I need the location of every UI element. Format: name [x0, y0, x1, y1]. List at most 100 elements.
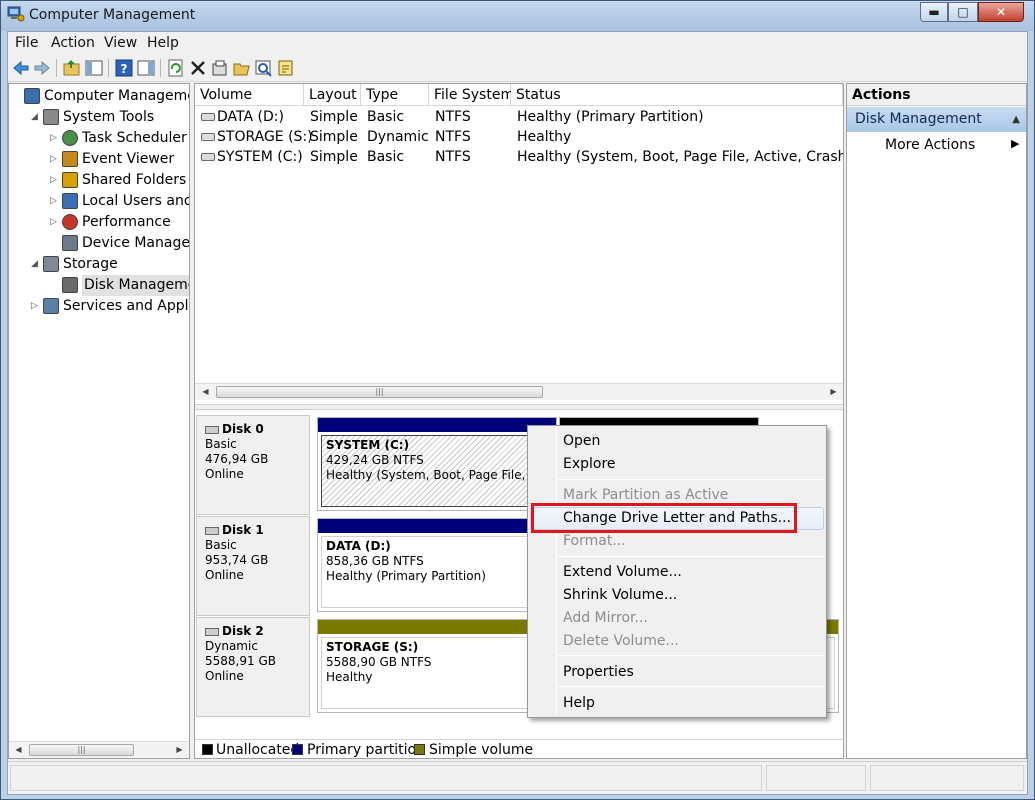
annotation-highlight-box	[531, 503, 797, 533]
scroll-left-arrow-icon[interactable]: ◀	[10, 742, 27, 758]
close-button[interactable]: ✕	[978, 2, 1024, 22]
disk-state: Online	[205, 669, 244, 683]
disk-size: 476,94 GB	[205, 452, 269, 466]
forward-arrow-icon[interactable]	[32, 58, 52, 78]
tree-item-event-viewer[interactable]: ▷ Event Viewer	[9, 149, 189, 170]
context-menu-shrink-volume[interactable]: Shrink Volume...	[530, 584, 824, 607]
disk-info-panel[interactable]: Disk 0 Basic 476,94 GB Online	[196, 415, 310, 515]
tree-item-label: Device Manager	[82, 235, 190, 251]
collapse-arrow-icon[interactable]: ◢	[31, 107, 41, 128]
client-area: File Action View Help ? Computer Managem…	[7, 31, 1028, 795]
tree-item-computer-management[interactable]: Computer Management	[9, 86, 189, 107]
tree-item-local-users-and-gr[interactable]: ▷ Local Users and Gr	[9, 191, 189, 212]
refresh-icon[interactable]	[166, 58, 186, 78]
partition-color-band	[318, 519, 556, 533]
legend-swatch-unallocated	[202, 744, 213, 755]
scrollbar-thumb[interactable]: |||	[216, 386, 543, 398]
tree-item-label: Storage	[63, 256, 118, 272]
expand-arrow-icon[interactable]: ▷	[50, 128, 60, 149]
volume-row[interactable]: DATA (D:) Simple Basic NTFS Healthy (Primary…	[195, 108, 843, 128]
disk-info-panel[interactable]: Disk 2 Dynamic 5588,91 GB Online	[196, 617, 310, 717]
properties-icon[interactable]	[210, 58, 230, 78]
volume-list-scrollbar[interactable]: ◀ ||| ▶	[195, 383, 843, 400]
scroll-left-arrow-icon[interactable]: ◀	[197, 384, 214, 400]
maximize-button[interactable]: □	[948, 2, 978, 22]
volume-name: DATA (D:)	[217, 109, 284, 125]
menu-file[interactable]: File	[15, 35, 38, 51]
column-file-system[interactable]: File System	[429, 84, 514, 106]
tree-item-storage[interactable]: ◢ Storage	[9, 254, 189, 275]
collapse-up-icon[interactable]: ▲	[1012, 107, 1020, 132]
expand-arrow-icon[interactable]: ▷	[50, 212, 60, 233]
tree-item-services-and-applicat[interactable]: ▷ Services and Applicat	[9, 296, 189, 317]
open-folder-icon[interactable]	[232, 58, 252, 78]
show-hide-action-pane-icon[interactable]	[136, 58, 156, 78]
pane-splitter[interactable]	[195, 404, 843, 410]
menu-action[interactable]: Action	[51, 35, 95, 51]
expand-arrow-icon[interactable]: ▷	[50, 170, 60, 191]
column-status[interactable]: Status	[511, 84, 843, 106]
tree-item-device-manager[interactable]: Device Manager	[9, 233, 189, 254]
export-icon[interactable]	[276, 58, 296, 78]
volume-file-system: NTFS	[435, 129, 471, 145]
window-title: Computer Management	[29, 7, 196, 23]
help-icon[interactable]: ?	[114, 58, 134, 78]
volume-row[interactable]: SYSTEM (C:) Simple Basic NTFS Healthy (Syste…	[195, 148, 843, 168]
tree-item-shared-folders[interactable]: ▷ Shared Folders	[9, 170, 189, 191]
svg-text:?: ?	[121, 62, 128, 76]
legend-label-simple: Simple volume	[429, 742, 534, 758]
tree-item-task-scheduler[interactable]: ▷ Task Scheduler	[9, 128, 189, 149]
column-layout[interactable]: Layout	[304, 84, 361, 106]
context-menu-help[interactable]: Help	[530, 692, 824, 715]
back-arrow-icon[interactable]	[11, 58, 31, 78]
context-menu-extend-volume[interactable]: Extend Volume...	[530, 561, 824, 584]
expand-arrow-icon[interactable]: ▷	[50, 149, 60, 170]
status-cell-2	[766, 765, 866, 791]
partition-status: Healthy (System, Boot, Page File, Activ	[326, 468, 553, 482]
expand-arrow-icon[interactable]: ▷	[50, 191, 60, 212]
tree-scrollbar[interactable]: ◀ ||| ▶	[9, 741, 189, 758]
tree-item-performance[interactable]: ▷ Performance	[9, 212, 189, 233]
actions-pane: Actions Disk Management ▲ More Actions ▶	[846, 83, 1027, 759]
column-volume[interactable]: Volume	[195, 84, 304, 106]
column-type[interactable]: Type	[361, 84, 429, 106]
volume-drive-icon	[201, 113, 215, 121]
volume-row[interactable]: STORAGE (S:) Simple Dynamic NTFS Healthy	[195, 128, 843, 148]
context-menu-explore[interactable]: Explore	[530, 453, 824, 476]
delete-icon[interactable]	[188, 58, 208, 78]
actions-section-disk-management[interactable]: Disk Management ▲	[847, 107, 1026, 132]
status-cell-3	[870, 765, 1024, 791]
disk-info-panel[interactable]: Disk 1 Basic 953,74 GB Online	[196, 516, 310, 616]
partition-block[interactable]: DATA (D:) 858,36 GB NTFS Healthy (Primary …	[317, 518, 557, 612]
title-bar[interactable]: Computer Management ▬ □ ✕	[1, 1, 1034, 31]
scrollbar-thumb[interactable]: |||	[29, 744, 134, 756]
disk-state: Online	[205, 467, 244, 481]
search-icon[interactable]	[254, 58, 274, 78]
partition-block[interactable]: SYSTEM (C:) 429,24 GB NTFS Healthy (System…	[317, 417, 557, 511]
show-hide-tree-icon[interactable]	[84, 58, 104, 78]
submenu-arrow-icon[interactable]: ▶	[1011, 137, 1019, 150]
collapse-arrow-icon[interactable]: ◢	[31, 254, 41, 275]
disk-icon	[205, 526, 219, 535]
menu-view[interactable]: View	[104, 35, 137, 51]
minimize-button[interactable]: ▬	[920, 2, 948, 22]
menu-help[interactable]: Help	[147, 35, 179, 51]
scroll-right-arrow-icon[interactable]: ▶	[825, 384, 842, 400]
context-menu-open[interactable]: Open	[530, 430, 824, 453]
volume-type: Basic	[367, 149, 405, 165]
tree-item-system-tools[interactable]: ◢ System Tools	[9, 107, 189, 128]
more-actions-item[interactable]: More Actions	[885, 137, 975, 153]
partition-color-band	[318, 418, 556, 432]
volume-layout: Simple	[310, 149, 358, 165]
volume-file-system: NTFS	[435, 109, 471, 125]
expand-arrow-icon[interactable]: ▷	[31, 296, 41, 317]
volume-type: Dynamic	[367, 129, 429, 145]
volume-status: Healthy (System, Boot, Page File, Active…	[517, 149, 844, 165]
tree-item-label: Disk Management	[82, 275, 189, 296]
tree-item-label: Shared Folders	[82, 172, 187, 188]
scroll-right-arrow-icon[interactable]: ▶	[171, 742, 188, 758]
tree-item-disk-management[interactable]: Disk Management	[9, 275, 189, 296]
up-folder-icon[interactable]	[62, 58, 82, 78]
volume-layout: Simple	[310, 109, 358, 125]
context-menu-properties[interactable]: Properties	[530, 661, 824, 684]
